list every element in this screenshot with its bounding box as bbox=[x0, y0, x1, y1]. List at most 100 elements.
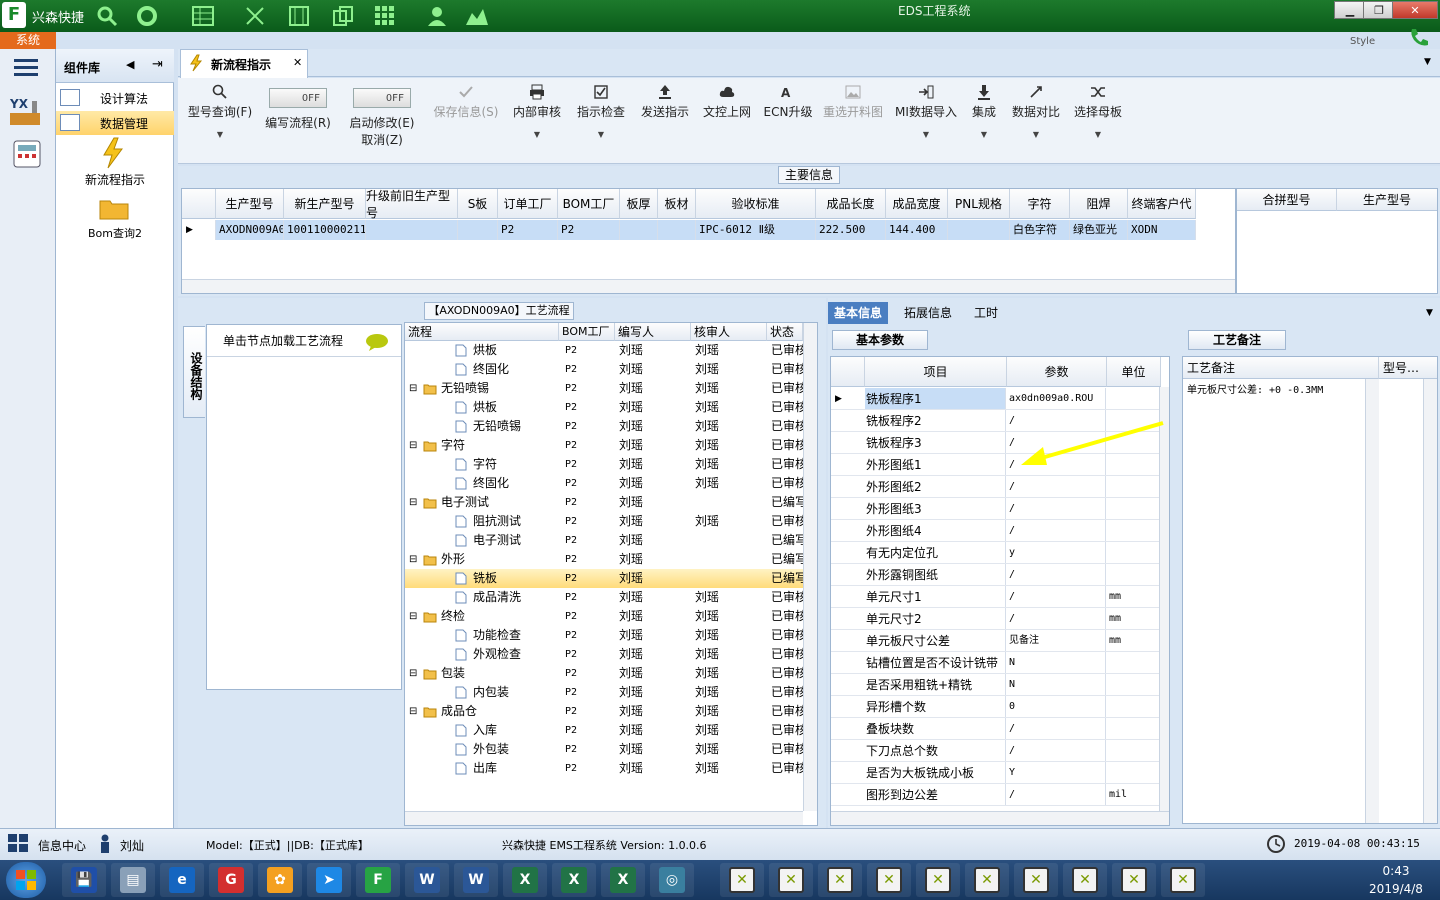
instruction-check-button[interactable]: 指示检查 ▼ bbox=[572, 84, 630, 154]
param-row[interactable]: 图形到边公差 / mil bbox=[831, 784, 1161, 806]
tab-extended-info[interactable]: 拓展信息 bbox=[898, 302, 958, 324]
column-header[interactable]: 阻焊 bbox=[1070, 189, 1128, 219]
column-header[interactable]: 板厚 bbox=[620, 189, 658, 219]
param-row[interactable]: 外形露铜图纸 / bbox=[831, 564, 1161, 586]
param-value[interactable]: / bbox=[1008, 608, 1106, 629]
param-value[interactable]: / bbox=[1008, 784, 1106, 805]
column-header[interactable]: 板材 bbox=[658, 189, 696, 219]
collapse-icon[interactable]: ⊟ bbox=[409, 379, 417, 398]
style-label[interactable]: Style bbox=[1350, 36, 1375, 47]
param-row[interactable]: 单元尺寸1/mm bbox=[831, 586, 1161, 608]
collapse-icon[interactable]: ⊟ bbox=[409, 436, 417, 455]
taskbar-app-button[interactable]: ✿ bbox=[258, 863, 302, 897]
send-instruction-button[interactable]: 发送指示 bbox=[636, 84, 694, 154]
param-row[interactable]: 外形图纸4/ bbox=[831, 520, 1161, 542]
phone-icon[interactable] bbox=[1408, 26, 1430, 48]
tree-row[interactable]: 无铅喷锡 P2 刘瑶 刘瑶 已审核 bbox=[405, 417, 803, 436]
taskbar-app-button[interactable]: X bbox=[503, 863, 547, 897]
doc-online-button[interactable]: 文控上网 bbox=[698, 84, 756, 154]
reselect-cut-map-button[interactable]: 重选开料图 bbox=[818, 84, 888, 154]
sidebar-item-design-algorithm[interactable]: 设计算法 bbox=[56, 86, 174, 110]
param-value[interactable]: / bbox=[1008, 718, 1106, 739]
taskbar-window-button[interactable]: ✕ bbox=[720, 863, 764, 897]
remark-text[interactable]: 单元板尺寸公差: +0 -0.3MM bbox=[1187, 381, 1377, 396]
grid-cell[interactable]: P2 bbox=[498, 220, 558, 240]
param-value[interactable]: / bbox=[1008, 564, 1106, 585]
select-motherboard-button[interactable]: 选择母板 ▼ bbox=[1070, 84, 1126, 154]
param-value[interactable]: ax0dn009a0.ROU bbox=[1008, 388, 1106, 409]
scissors-tool-icon[interactable] bbox=[242, 4, 268, 28]
start-modify-toggle[interactable]: OFF 启动修改(E) 取消(Z) bbox=[344, 88, 420, 158]
param-value[interactable]: / bbox=[1008, 476, 1106, 497]
tree-row[interactable]: 烘板 P2 刘瑶 刘瑶 已审核 bbox=[405, 398, 803, 417]
param-row[interactable]: 是否为大板铣成小板 Y bbox=[831, 762, 1161, 784]
column-header[interactable]: 流程 bbox=[405, 323, 559, 341]
param-value[interactable]: / bbox=[1008, 520, 1106, 541]
taskbar-window-button[interactable]: ✕ bbox=[1063, 863, 1107, 897]
param-row[interactable]: 单元尺寸2/mm bbox=[831, 608, 1161, 630]
grid-cell[interactable]: IPC-6012 Ⅱ级 bbox=[696, 220, 816, 240]
column-header[interactable]: 核审人 bbox=[691, 323, 767, 341]
grid-cell[interactable]: AXODN009A0 bbox=[216, 220, 284, 240]
taskbar-app-button[interactable]: ➤ bbox=[307, 863, 351, 897]
horizontal-scrollbar[interactable] bbox=[182, 279, 1235, 293]
launcher-new-process[interactable]: 新流程指示 bbox=[56, 137, 174, 189]
chart-tool-icon[interactable] bbox=[464, 4, 490, 28]
tab-new-process[interactable]: 新流程指示 ✕ bbox=[180, 49, 308, 78]
param-row[interactable]: 有无内定位孔 y bbox=[831, 542, 1161, 564]
windows-grid-icon[interactable] bbox=[8, 834, 30, 857]
maximize-button[interactable]: ❐ bbox=[1363, 1, 1395, 19]
column-header[interactable]: BOM工厂 bbox=[559, 323, 615, 341]
column-header[interactable]: 升级前旧生产型号 bbox=[366, 189, 458, 220]
taskbar-window-button[interactable]: ✕ bbox=[1112, 863, 1156, 897]
column-header[interactable]: S板 bbox=[458, 189, 498, 219]
param-row[interactable]: 异形槽个数 0 bbox=[831, 696, 1161, 718]
grid-cell[interactable]: 白色字符 bbox=[1010, 220, 1070, 240]
grid-cell[interactable]: XODN bbox=[1128, 220, 1196, 240]
taskbar-window-button[interactable]: ✕ bbox=[818, 863, 862, 897]
pin-icon[interactable]: ⇥ bbox=[152, 57, 163, 72]
menu-icon[interactable] bbox=[14, 57, 40, 77]
vertical-scrollbar[interactable] bbox=[1365, 379, 1379, 823]
tab-work-hours[interactable]: 工时 bbox=[968, 302, 1004, 324]
grid-cell[interactable]: 222.500 bbox=[816, 220, 886, 240]
start-button[interactable] bbox=[6, 862, 46, 898]
tab-basic-info[interactable]: 基本信息 bbox=[828, 302, 889, 324]
tree-row[interactable]: 入库 P2 刘瑶 刘瑶 已审核 bbox=[405, 721, 803, 740]
taskbar-window-button[interactable]: ✕ bbox=[965, 863, 1009, 897]
tree-row[interactable]: 外观检查 P2 刘瑶 刘瑶 已审核 bbox=[405, 645, 803, 664]
tree-row[interactable]: ⊟ 无铅喷锡 P2 刘瑶 刘瑶 已审核 bbox=[405, 379, 803, 398]
column-header[interactable]: 参数 bbox=[1007, 357, 1107, 387]
search-tool-icon[interactable] bbox=[94, 4, 120, 28]
tree-row[interactable]: 外包装 P2 刘瑶 刘瑶 已审核 bbox=[405, 740, 803, 759]
taskbar-app-button[interactable]: X bbox=[552, 863, 596, 897]
user-tool-icon[interactable] bbox=[424, 4, 450, 28]
grid-cell[interactable] bbox=[458, 220, 498, 240]
param-row[interactable]: 外形图纸2/ bbox=[831, 476, 1161, 498]
collapse-icon[interactable]: ⊟ bbox=[409, 664, 417, 683]
column-header[interactable]: PNL规格 bbox=[948, 189, 1010, 219]
data-compare-button[interactable]: 数据对比 ▼ bbox=[1008, 84, 1064, 154]
param-row[interactable]: 是否采用粗铣+精铣 N bbox=[831, 674, 1161, 696]
collapse-icon[interactable]: ⊟ bbox=[409, 550, 417, 569]
tree-row[interactable]: 终固化 P2 刘瑶 刘瑶 已审核 bbox=[405, 474, 803, 493]
column-header[interactable]: BOM工厂 bbox=[558, 189, 620, 219]
factory-icon[interactable]: YX bbox=[8, 95, 44, 127]
close-window-button[interactable]: ✕ bbox=[1392, 1, 1438, 19]
taskbar-window-button[interactable]: ✕ bbox=[916, 863, 960, 897]
info-center-label[interactable]: 信息中心 bbox=[38, 837, 86, 854]
param-row[interactable]: 钻槽位置是否不设计铣带 N bbox=[831, 652, 1161, 674]
taskbar-app-button[interactable]: ◎ bbox=[650, 863, 694, 897]
column-header[interactable]: 状态 bbox=[767, 323, 803, 341]
param-value[interactable]: N bbox=[1008, 652, 1106, 673]
param-row[interactable]: 下刀点总个数 / bbox=[831, 740, 1161, 762]
tree-row[interactable]: 字符 P2 刘瑶 刘瑶 已审核 bbox=[405, 455, 803, 474]
column-header[interactable]: 型号… bbox=[1379, 357, 1437, 379]
param-value[interactable]: N bbox=[1008, 674, 1106, 695]
tree-row[interactable]: 阻抗测试 P2 刘瑶 刘瑶 已审核 bbox=[405, 512, 803, 531]
load-process-header[interactable]: 单击节点加载工艺流程 bbox=[207, 325, 401, 357]
grid-cell[interactable]: 10011000021190 bbox=[284, 220, 366, 240]
tab-close-icon[interactable]: ✕ bbox=[293, 56, 302, 69]
param-row[interactable]: 叠板块数 / bbox=[831, 718, 1161, 740]
taskbar-window-button[interactable]: ✕ bbox=[867, 863, 911, 897]
